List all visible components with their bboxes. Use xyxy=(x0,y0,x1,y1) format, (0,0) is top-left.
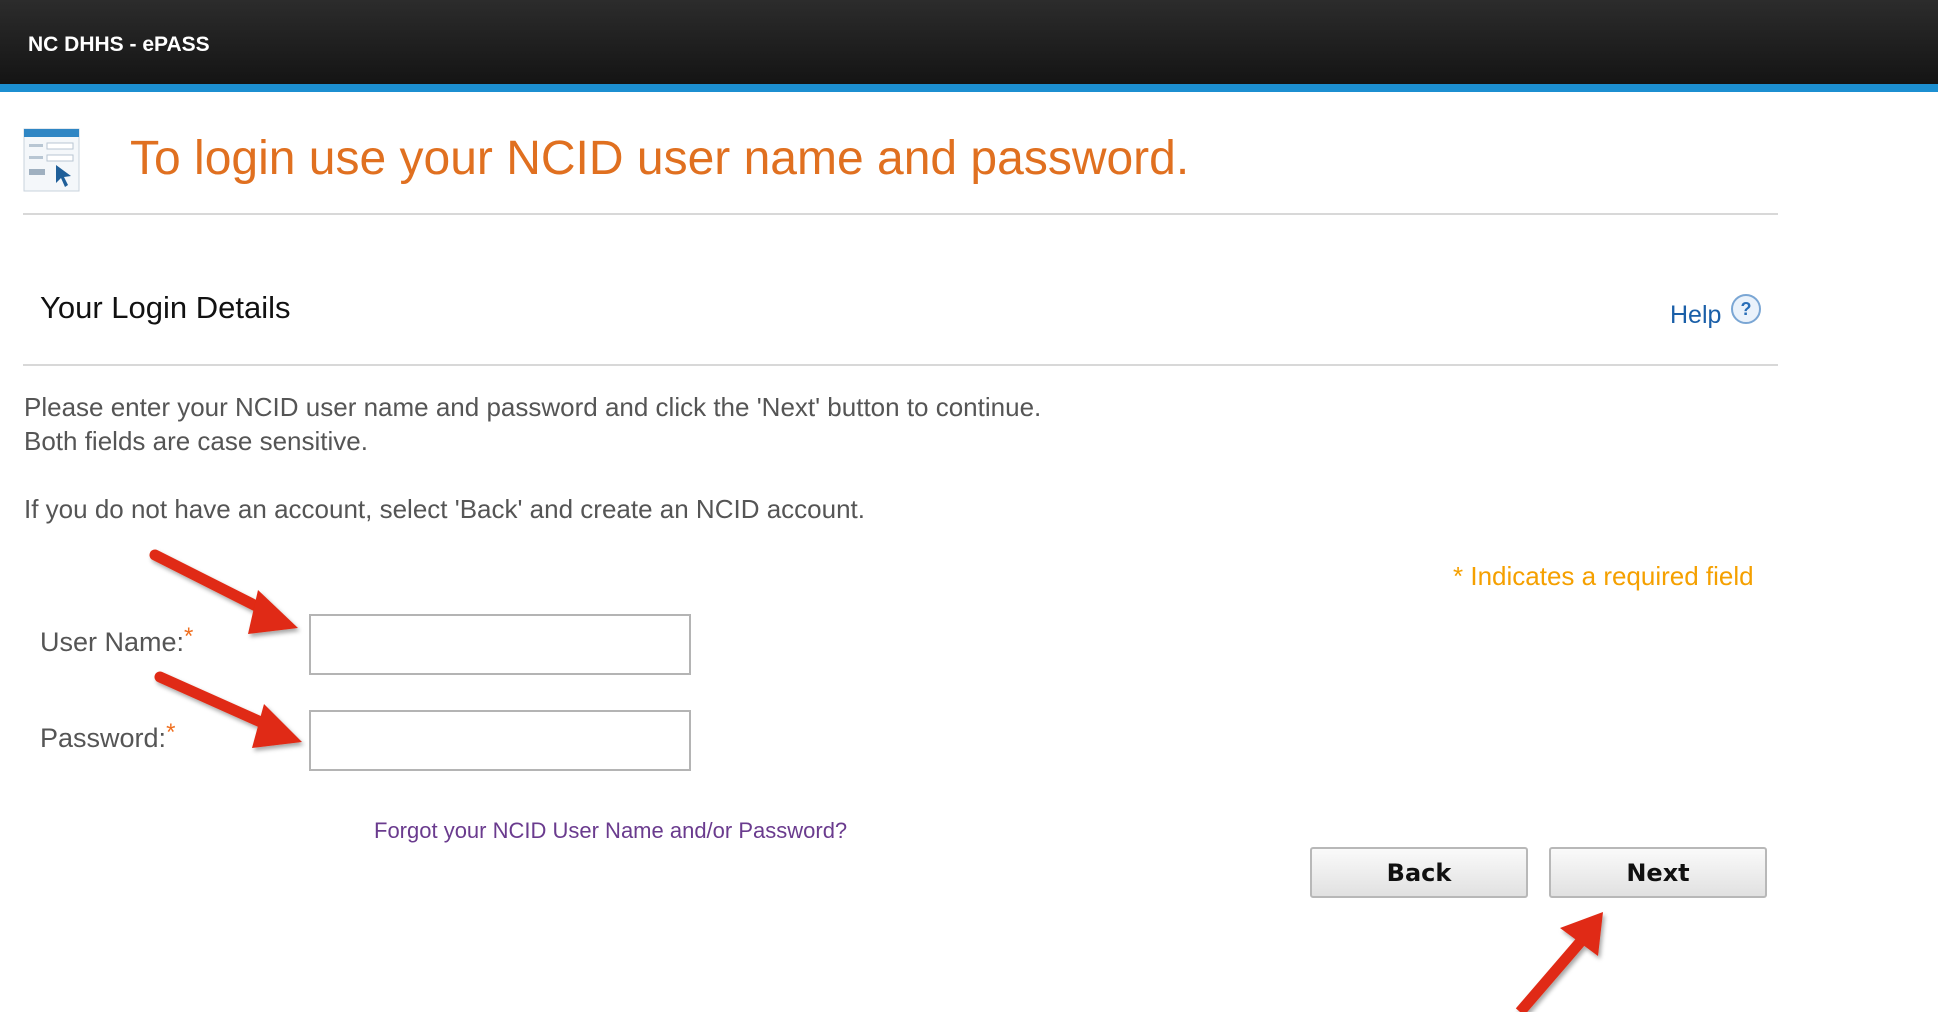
section-divider xyxy=(23,364,1778,366)
title-divider xyxy=(23,213,1778,215)
forgot-credentials-link[interactable]: Forgot your NCID User Name and/or Passwo… xyxy=(374,818,847,844)
username-label-text: User Name: xyxy=(40,627,185,657)
required-star: * xyxy=(184,623,194,650)
red-arrow-icon xyxy=(154,671,302,748)
required-star: * xyxy=(166,719,176,746)
required-field-note: * Indicates a required field xyxy=(1453,561,1754,591)
password-input[interactable] xyxy=(309,710,691,771)
instruction-line-3: If you do not have an account, select 'B… xyxy=(24,494,865,524)
help-question-icon[interactable]: ? xyxy=(1730,293,1762,325)
section-title: Your Login Details xyxy=(40,290,291,325)
red-arrow-icon xyxy=(1515,912,1603,1012)
login-form-icon xyxy=(23,128,80,192)
instructions-text: Please enter your NCID user name and pas… xyxy=(24,390,1041,526)
back-button[interactable]: Back xyxy=(1310,847,1528,898)
app-brand: NC DHHS - ePASS xyxy=(28,33,210,56)
username-label: User Name:* xyxy=(40,623,193,658)
username-input[interactable] xyxy=(309,614,691,675)
page-title: To login use your NCID user name and pas… xyxy=(130,132,1190,185)
instruction-line-1: Please enter your NCID user name and pas… xyxy=(24,392,1042,422)
red-arrow-icon xyxy=(149,549,298,634)
password-label-text: Password: xyxy=(40,723,167,753)
svg-text:?: ? xyxy=(1741,299,1752,319)
next-button[interactable]: Next xyxy=(1549,847,1767,898)
password-label: Password:* xyxy=(40,719,175,754)
instruction-line-2: Both fields are case sensitive. xyxy=(24,426,368,456)
help-link[interactable]: Help xyxy=(1670,301,1721,330)
top-header-bar: NC DHHS - ePASS xyxy=(0,0,1938,92)
